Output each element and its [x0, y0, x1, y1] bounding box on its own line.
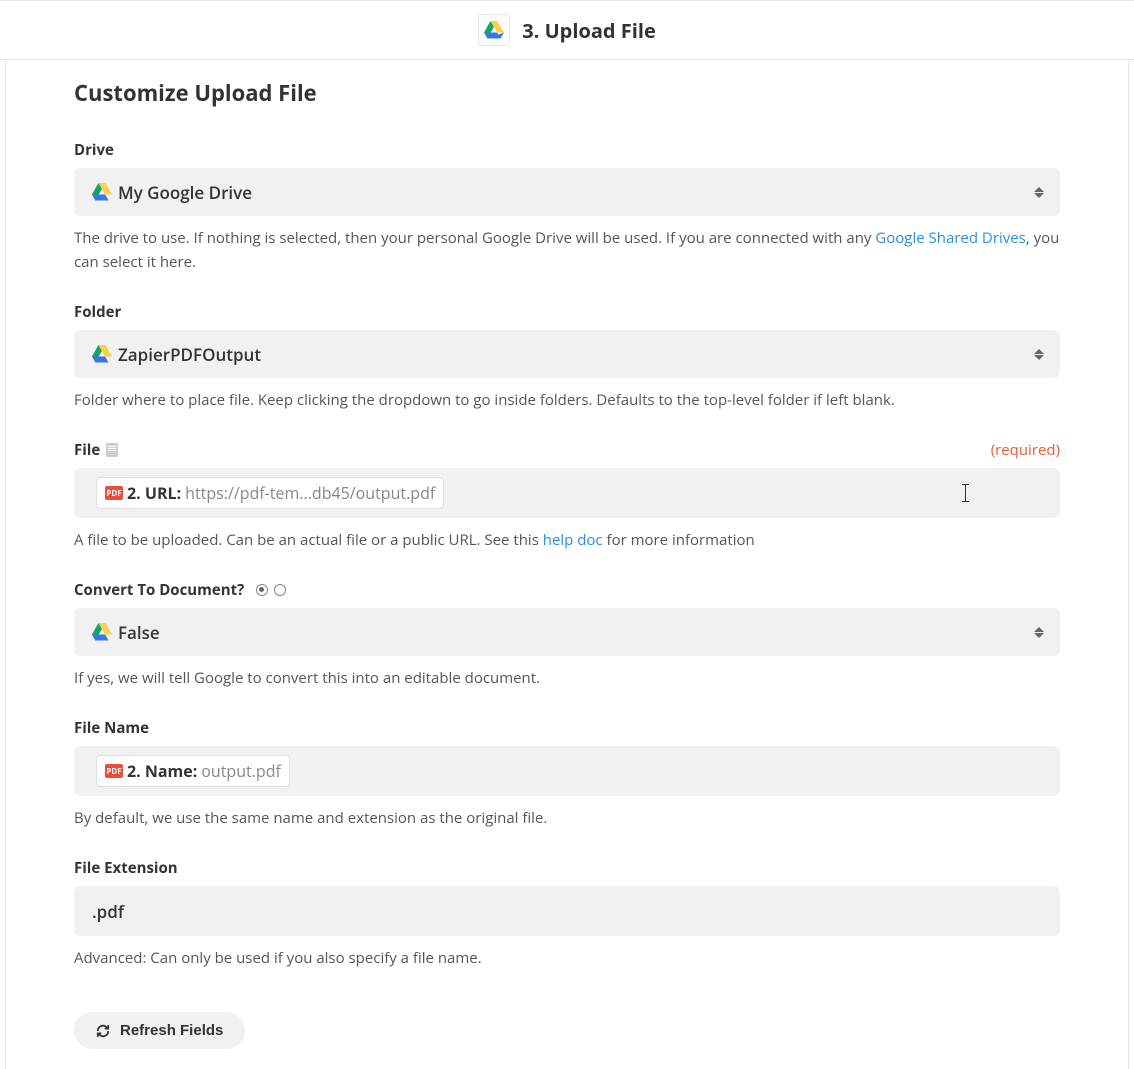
form-content: Customize Upload File Drive My Google Dr…: [6, 60, 1128, 1069]
convert-dropdown[interactable]: False: [74, 608, 1060, 656]
dropdown-caret-icon: [1034, 627, 1044, 638]
filename-label: File Name: [74, 718, 149, 738]
convert-mode-radios: [256, 584, 286, 596]
drive-dropdown[interactable]: My Google Drive: [74, 168, 1060, 216]
filename-pill[interactable]: PDF 2. Name: output.pdf: [96, 755, 290, 787]
field-extension: File Extension .pdf Advanced: Can only b…: [74, 858, 1060, 970]
help-doc-link[interactable]: help doc: [543, 530, 603, 550]
file-help: A file to be uploaded. Can be an actual …: [74, 528, 1060, 552]
google-drive-icon: [86, 338, 118, 370]
drive-value: My Google Drive: [118, 181, 252, 204]
pdf-badge-icon: PDF: [105, 764, 123, 778]
extension-label: File Extension: [74, 858, 178, 878]
refresh-fields-button[interactable]: Refresh Fields: [74, 1012, 245, 1049]
field-file: File (required) PDF 2. URL: https://pdf-…: [74, 440, 1060, 552]
text-cursor-icon: [965, 484, 966, 502]
refresh-icon: [96, 1024, 110, 1038]
google-drive-icon: [478, 14, 510, 46]
field-drive: Drive My Google Drive The drive to use. …: [74, 140, 1060, 274]
required-badge: (required): [991, 440, 1060, 460]
page-title: Customize Upload File: [74, 78, 1060, 108]
convert-label: Convert To Document?: [74, 580, 286, 600]
extension-input[interactable]: .pdf: [74, 886, 1060, 936]
document-icon: [106, 443, 118, 457]
extension-help: Advanced: Can only be used if you also s…: [74, 946, 1060, 970]
dropdown-caret-icon: [1034, 349, 1044, 360]
file-pill[interactable]: PDF 2. URL: https://pdf-tem...db45/outpu…: [96, 477, 444, 509]
drive-help: The drive to use. If nothing is selected…: [74, 226, 1060, 274]
filename-input[interactable]: PDF 2. Name: output.pdf: [74, 746, 1060, 796]
convert-help: If yes, we will tell Google to convert t…: [74, 666, 1060, 690]
radio-option-1[interactable]: [256, 584, 268, 596]
field-convert: Convert To Document? False If yes, we wi: [74, 580, 1060, 690]
google-drive-icon: [86, 176, 118, 208]
field-folder: Folder ZapierPDFOutput Folder where to p…: [74, 302, 1060, 412]
file-label: File: [74, 440, 118, 460]
step-title: 3. Upload File: [522, 17, 656, 44]
field-filename: File Name PDF 2. Name: output.pdf By def…: [74, 718, 1060, 830]
extension-value: .pdf: [92, 900, 124, 923]
folder-dropdown[interactable]: ZapierPDFOutput: [74, 330, 1060, 378]
dropdown-caret-icon: [1034, 187, 1044, 198]
step-header: 3. Upload File: [0, 0, 1134, 60]
radio-option-2[interactable]: [274, 584, 286, 596]
drive-label: Drive: [74, 140, 114, 160]
file-input[interactable]: PDF 2. URL: https://pdf-tem...db45/outpu…: [74, 468, 1060, 518]
google-drive-icon: [86, 616, 118, 648]
filename-help: By default, we use the same name and ext…: [74, 806, 1060, 830]
pdf-badge-icon: PDF: [105, 486, 123, 500]
convert-value: False: [118, 621, 160, 644]
folder-help: Folder where to place file. Keep clickin…: [74, 388, 1060, 412]
folder-label: Folder: [74, 302, 121, 322]
folder-value: ZapierPDFOutput: [118, 343, 261, 366]
shared-drives-link[interactable]: Google Shared Drives: [875, 228, 1025, 248]
